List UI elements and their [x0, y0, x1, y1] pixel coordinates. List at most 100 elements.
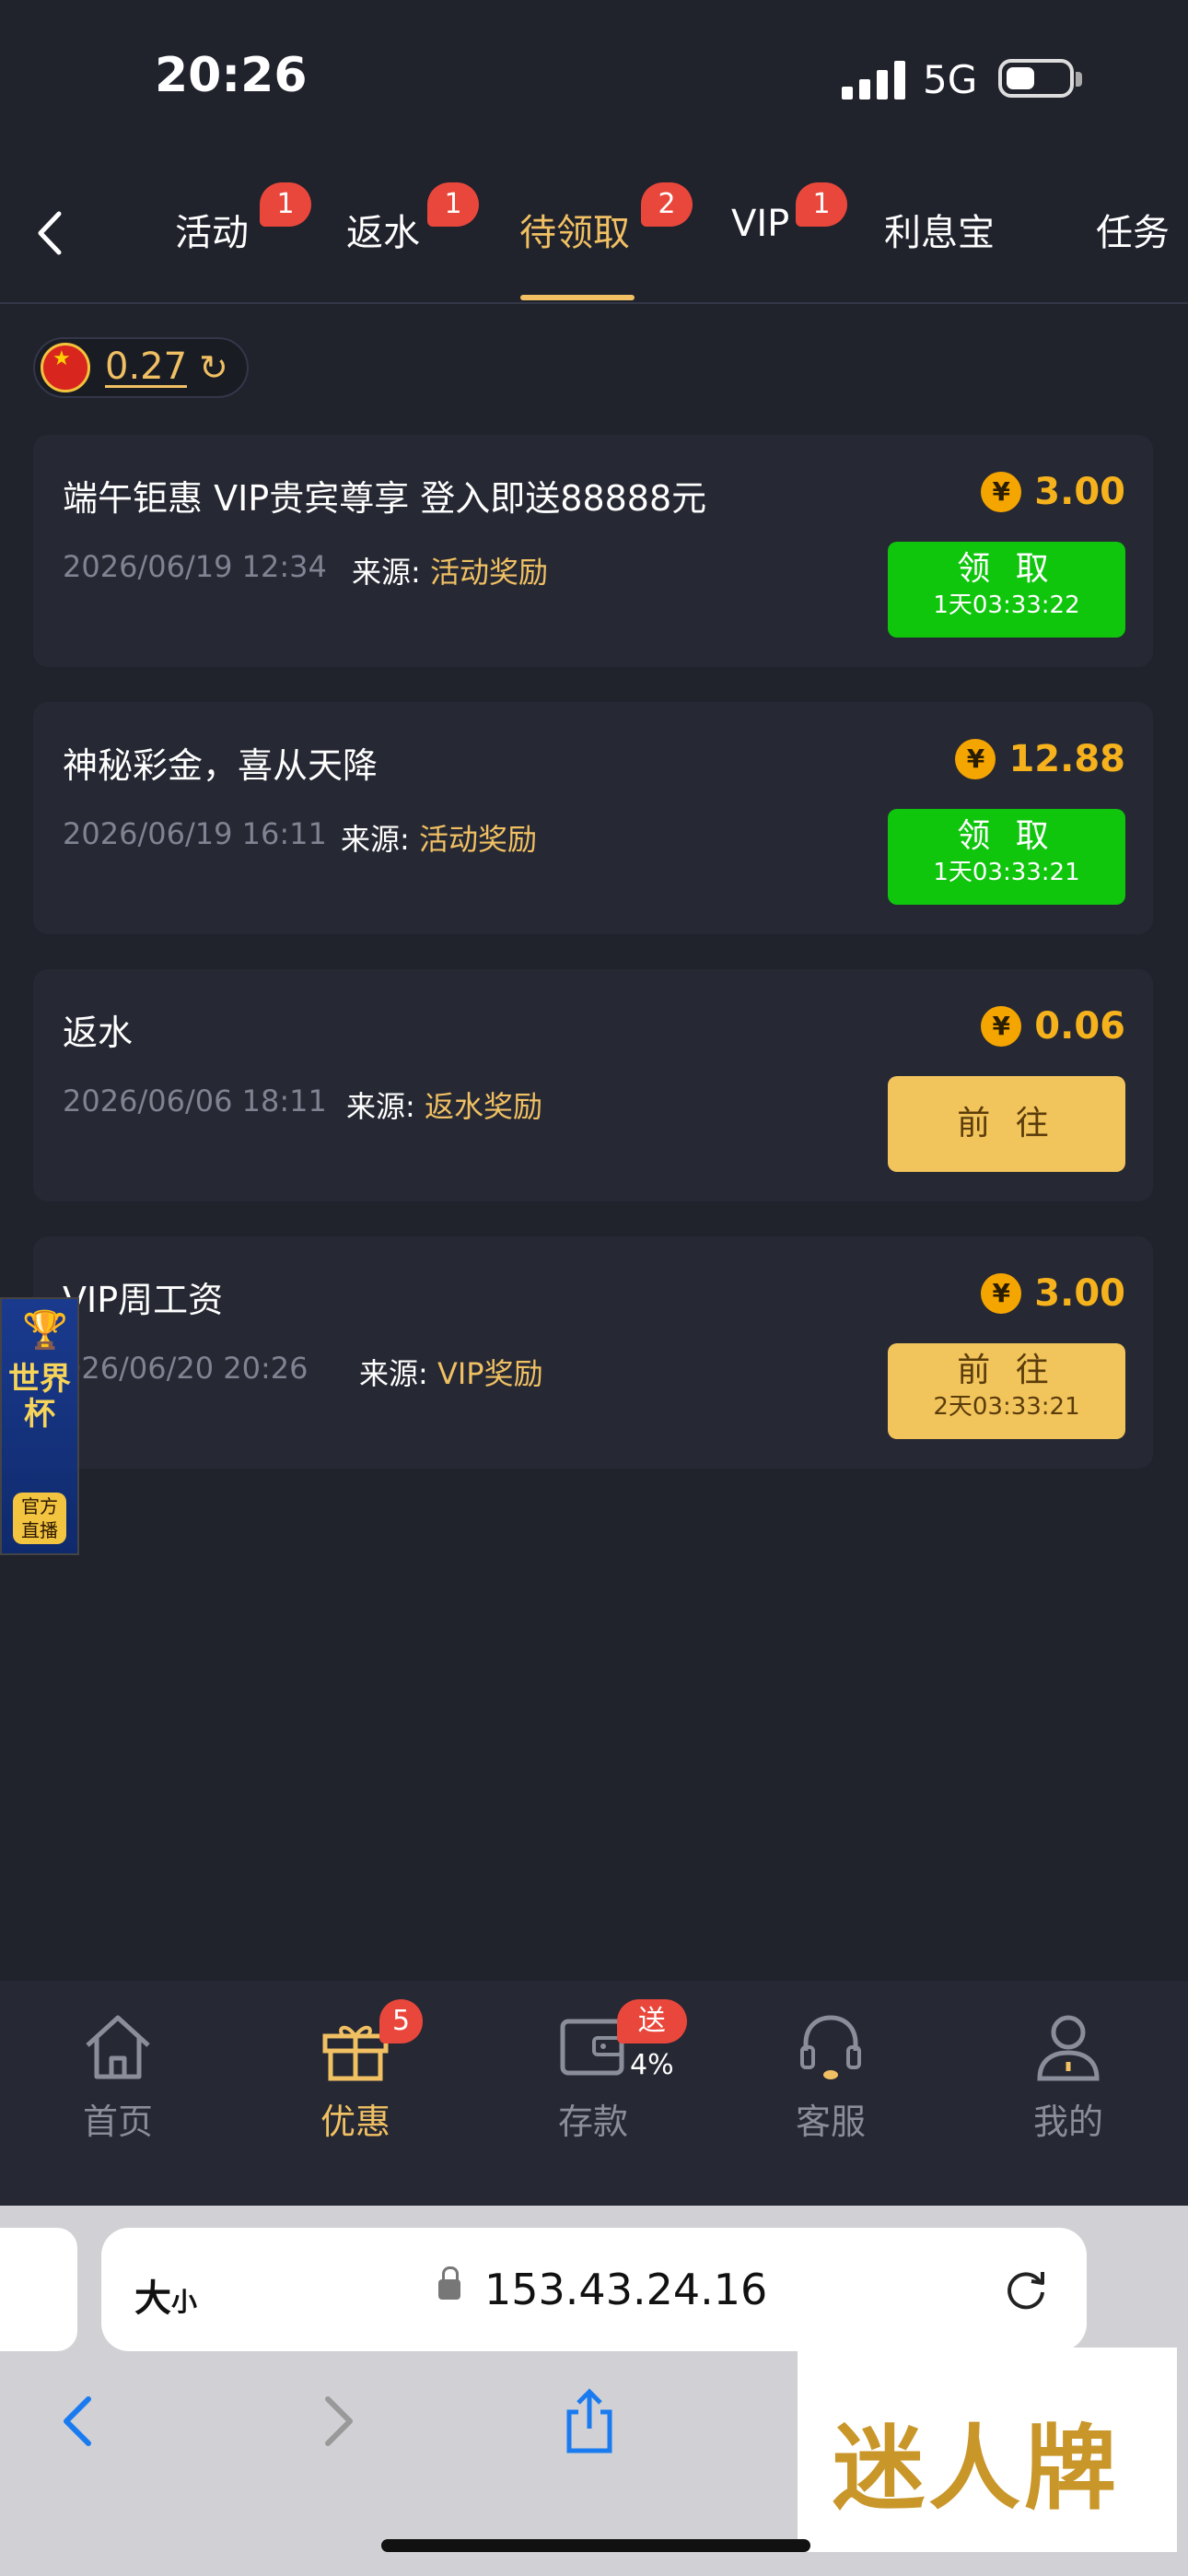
tab-badge: 1 [796, 182, 847, 227]
claim-button[interactable]: 领 取 1天03:33:21 [888, 809, 1125, 905]
tab-label: VIP [731, 203, 790, 245]
tab-label: 返水 [346, 212, 420, 254]
browser-toolbar: 大小 153.43.24.16 迷人牌 [0, 2206, 1188, 2576]
user-icon [1037, 2015, 1100, 2081]
reward-title: 端午钜惠 VIP贵宾尊享 登入即送88888元 [63, 478, 707, 519]
back-button[interactable] [28, 201, 74, 265]
text-size-button[interactable]: 大小 [134, 2268, 197, 2322]
chevron-left-icon [38, 211, 62, 255]
text-size-large: 大 [134, 2277, 171, 2320]
nav-badge: 送4% [617, 1999, 687, 2081]
yuan-coin-icon: ¥ [981, 1006, 1022, 1047]
address-bar[interactable]: 大小 153.43.24.16 [101, 2228, 1087, 2351]
reward-title: VIP周工资 [63, 1280, 224, 1320]
nav-label: 首页 [82, 2102, 153, 2142]
nav-label: 优惠 [320, 2102, 390, 2142]
category-tabs: 活动 1 返水 1 待领取 2 VIP 1 利息宝 任务 [0, 157, 1188, 304]
home-indicator [381, 2539, 810, 2552]
reward-date: 2026/06/19 12:34 [63, 549, 327, 584]
banner-subtitle: 官方直播 [13, 1493, 66, 1544]
reward-date: 026/06/20 20:26 [63, 1351, 309, 1386]
tab-badge: 2 [641, 182, 693, 227]
balance-value: 0.27 [105, 345, 188, 388]
nav-home[interactable]: 首页 [26, 2005, 210, 2144]
previous-tab[interactable] [0, 2228, 77, 2351]
button-label: 前 往 [957, 1105, 1056, 1142]
reward-title: 神秘彩金，喜从天降 [63, 745, 379, 786]
trophy-icon: 🏆 [22, 1309, 68, 1352]
countdown-timer: 1天03:33:21 [933, 859, 1080, 886]
button-label: 前 往 [957, 1352, 1056, 1389]
go-button[interactable]: 前 往 2天03:33:21 [888, 1343, 1125, 1439]
status-bar: 20:26 5G [0, 0, 1188, 147]
reward-amount: ¥ 3.00 [981, 1271, 1125, 1316]
watermark-text: 迷人牌 [833, 2414, 1120, 2523]
tab-pending[interactable]: 待领取 2 [519, 182, 693, 256]
amount-value: 3.00 [1034, 1272, 1125, 1315]
network-type: 5G [923, 57, 978, 102]
tab-interest[interactable]: 利息宝 [884, 203, 995, 256]
nav-label: 存款 [557, 2102, 628, 2142]
go-button[interactable]: 前 往 [888, 1076, 1125, 1172]
tab-tasks[interactable]: 任务 [1096, 203, 1170, 256]
tab-label: 待领取 [519, 212, 630, 254]
watermark-logo: 迷人牌 [798, 2348, 1177, 2552]
amount-value: 12.88 [1008, 738, 1125, 780]
reward-date: 2026/06/06 18:11 [63, 1083, 327, 1118]
banner-title: 世界杯 [8, 1361, 71, 1433]
nav-support[interactable]: 客服 [739, 2005, 923, 2144]
battery-icon [998, 59, 1074, 98]
world-cup-banner[interactable]: 🏆 世界杯 官方直播 [0, 1297, 79, 1555]
tab-label: 活动 [175, 212, 249, 254]
source-label: 来源: [341, 822, 410, 857]
reward-amount: ¥ 0.06 [981, 1004, 1125, 1048]
source-label: 来源: [359, 1356, 428, 1391]
nav-mine[interactable]: 我的 [976, 2005, 1160, 2144]
battery-cap [1076, 72, 1082, 87]
browser-forward-icon[interactable] [300, 2384, 374, 2458]
status-time: 20:26 [155, 48, 308, 103]
nav-label: 我的 [1032, 2102, 1103, 2142]
source-label: 来源: [352, 555, 421, 590]
reward-amount: ¥ 12.88 [955, 737, 1125, 781]
yuan-coin-icon: ¥ [981, 472, 1022, 512]
tab-badge: 1 [260, 182, 311, 227]
nav-deposit[interactable]: 存款 送4% [501, 1999, 687, 2144]
amount-value: 3.00 [1034, 471, 1125, 513]
tab-vip[interactable]: VIP 1 [731, 182, 847, 245]
nav-promotions[interactable]: 优惠 5 [263, 1999, 448, 2144]
share-icon[interactable] [553, 2384, 626, 2458]
tab-rebate[interactable]: 返水 1 [346, 182, 479, 256]
tab-badge: 1 [427, 182, 479, 227]
balance-display[interactable]: ★ 0.27 ↻ [33, 337, 249, 398]
reward-source: 来源: 返水奖励 [346, 1083, 542, 1126]
countdown-timer: 1天03:33:22 [933, 591, 1080, 619]
refresh-icon[interactable]: ↻ [199, 350, 228, 385]
china-flag-icon: ★ [41, 343, 90, 392]
headset-icon [800, 2015, 861, 2079]
reward-title: 返水 [63, 1013, 134, 1053]
browser-back-icon[interactable] [42, 2384, 116, 2458]
nav-label: 客服 [795, 2102, 866, 2142]
tab-label: 利息宝 [884, 212, 995, 254]
source-value: 活动奖励 [418, 822, 537, 857]
lock-icon [438, 2266, 460, 2300]
reward-card: 端午钜惠 VIP贵宾尊享 登入即送88888元 2026/06/19 12:34… [33, 435, 1153, 667]
yuan-coin-icon: ¥ [981, 1273, 1022, 1314]
tab-label: 任务 [1096, 212, 1170, 254]
claim-button[interactable]: 领 取 1天03:33:22 [888, 542, 1125, 638]
reward-date: 2026/06/19 16:11 [63, 816, 327, 851]
nav-badge: 5 [379, 1999, 424, 2043]
signal-icon [842, 61, 906, 100]
source-value: VIP奖励 [437, 1356, 543, 1391]
source-value: 活动奖励 [429, 555, 548, 590]
source-value: 返水奖励 [424, 1089, 542, 1124]
countdown-timer: 2天03:33:21 [933, 1393, 1080, 1421]
source-label: 来源: [346, 1089, 415, 1124]
tab-activity[interactable]: 活动 1 [175, 182, 311, 256]
reload-icon[interactable] [998, 2261, 1054, 2316]
yuan-coin-icon: ¥ [955, 739, 996, 779]
reward-source: 来源: 活动奖励 [352, 549, 548, 591]
reward-card: VIP周工资 026/06/20 20:26 来源: VIP奖励 ¥ 3.00 … [33, 1236, 1153, 1469]
active-tab-indicator [520, 295, 635, 300]
